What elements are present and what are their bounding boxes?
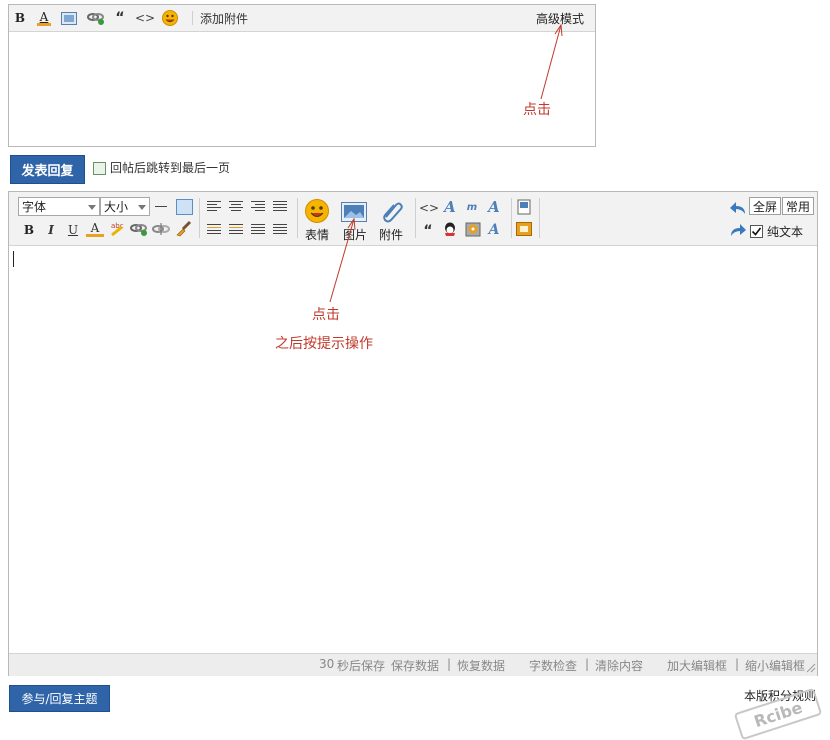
annotation-hint: 之后按提示操作	[275, 336, 373, 352]
annotation-click-1: 点击	[523, 102, 551, 118]
unlink-icon[interactable]	[152, 222, 170, 236]
bold-button[interactable]: B	[12, 10, 28, 26]
simple-editor-textarea[interactable]	[9, 32, 595, 146]
font-family-select[interactable]: 字体	[18, 197, 100, 216]
word-check-link[interactable]: 字数检查	[529, 657, 577, 674]
page-icon[interactable]	[517, 199, 531, 215]
link-icon[interactable]	[130, 222, 148, 236]
undo-icon[interactable]	[729, 201, 747, 215]
simple-editor-toolbar: B A “ <> 添加附件 高级模式	[9, 5, 595, 32]
status-divider: |	[735, 657, 740, 671]
highlight-icon[interactable]: abc	[109, 221, 125, 237]
submit-reply-button[interactable]: 发表回复	[10, 155, 85, 184]
annotation-click-2: 点击	[312, 307, 340, 323]
bold-button[interactable]: B	[20, 222, 38, 238]
unordered-list-icon[interactable]	[273, 224, 287, 236]
editor-status-bar: 30 秒后保存 保存数据 | 恢复数据 字数检查 | 清除内容 加大编辑框 | …	[9, 653, 817, 676]
redo-icon[interactable]	[729, 223, 747, 237]
plaintext-label: 纯文本	[767, 225, 804, 239]
quote-button[interactable]: “	[112, 10, 128, 26]
ordered-list-icon[interactable]	[251, 224, 265, 236]
jump-last-page-label: 回帖后跳转到最后一页	[110, 161, 231, 175]
paperclip-icon	[383, 202, 403, 223]
align-left-icon[interactable]	[207, 201, 221, 213]
superscript-icon[interactable]: A	[485, 199, 503, 215]
autosave-seconds: 30	[319, 657, 335, 671]
shrink-editor-link[interactable]: 缩小编辑框	[745, 657, 805, 674]
common-button[interactable]: 常用	[782, 197, 815, 215]
align-right-icon[interactable]	[251, 201, 265, 213]
chevron-down-icon	[88, 205, 96, 210]
advanced-editor: 字体 大小 B I U A abc 表情 图片 附件 <> A m A “ A …	[8, 191, 818, 676]
chevron-down-icon	[138, 205, 146, 210]
resize-grip-icon[interactable]	[806, 663, 816, 673]
toolbar-divider	[511, 198, 512, 238]
autosave-text: 秒后保存	[337, 659, 386, 673]
font-color-icon: A	[39, 9, 49, 24]
font-size-value: 大小	[104, 200, 129, 214]
annotation-arrow-1	[540, 23, 563, 100]
simple-editor: B A “ <> 添加附件 高级模式	[8, 4, 596, 147]
clear-content-link[interactable]: 清除内容	[595, 657, 643, 674]
toolbar-divider	[539, 198, 540, 238]
font-family-value: 字体	[22, 200, 47, 214]
attachment-button[interactable]: 附件	[377, 197, 407, 243]
toolbar-divider	[199, 198, 200, 238]
checkmark-icon	[751, 227, 762, 236]
add-attachment-link[interactable]: 添加附件	[200, 10, 248, 27]
image-button[interactable]	[60, 10, 78, 26]
code-button[interactable]: <>	[135, 10, 155, 26]
subscript-icon[interactable]: A	[485, 222, 503, 238]
jump-last-page-checkbox[interactable]	[93, 162, 106, 175]
indent-icon[interactable]	[207, 224, 221, 236]
flash-icon[interactable]	[516, 222, 532, 236]
advanced-editor-toolbar: 字体 大小 B I U A abc 表情 图片 附件 <> A m A “ A …	[9, 192, 817, 246]
italic-button[interactable]: I	[42, 222, 60, 238]
format-brush-icon[interactable]	[175, 220, 193, 237]
align-center-icon[interactable]	[229, 201, 243, 213]
fullscreen-button[interactable]: 全屏	[749, 197, 782, 215]
text-cursor	[13, 251, 14, 267]
qq-icon[interactable]	[443, 222, 457, 237]
restore-data-link[interactable]: 恢复数据	[457, 657, 505, 674]
align-justify-icon[interactable]	[273, 201, 287, 213]
status-divider: |	[447, 657, 452, 671]
font-color-button[interactable]: A	[36, 9, 52, 27]
image-icon	[61, 11, 77, 25]
horizontal-rule-icon[interactable]	[155, 206, 167, 207]
smiley-icon	[162, 10, 178, 26]
audio-video-icon[interactable]	[465, 221, 481, 237]
annotation-arrow-2	[329, 217, 356, 303]
outdent-icon[interactable]	[229, 224, 243, 236]
table-icon[interactable]	[176, 199, 193, 215]
free-text-icon[interactable]: A	[441, 199, 459, 215]
quote-button[interactable]: “	[419, 223, 437, 239]
post-style-icon[interactable]: m	[463, 200, 481, 216]
emotion-button[interactable]	[161, 9, 179, 27]
status-divider: |	[585, 657, 590, 671]
toolbar-divider	[297, 198, 298, 238]
toolbar-divider	[415, 198, 416, 238]
join-reply-topic-button[interactable]: 参与/回复主题	[9, 685, 110, 712]
save-data-link[interactable]: 保存数据	[391, 657, 439, 674]
link-icon	[87, 13, 104, 25]
code-button[interactable]: <>	[419, 200, 439, 216]
plaintext-checkbox[interactable]	[750, 225, 763, 238]
font-color-button[interactable]: A	[86, 220, 104, 237]
link-button[interactable]	[86, 10, 106, 26]
attachment-label: 附件	[379, 228, 404, 242]
toolbar-divider	[192, 11, 193, 25]
enlarge-editor-link[interactable]: 加大编辑框	[667, 657, 727, 674]
underline-button[interactable]: U	[64, 222, 82, 238]
font-size-select[interactable]: 大小	[100, 197, 150, 216]
advanced-editor-textarea[interactable]	[9, 246, 817, 653]
